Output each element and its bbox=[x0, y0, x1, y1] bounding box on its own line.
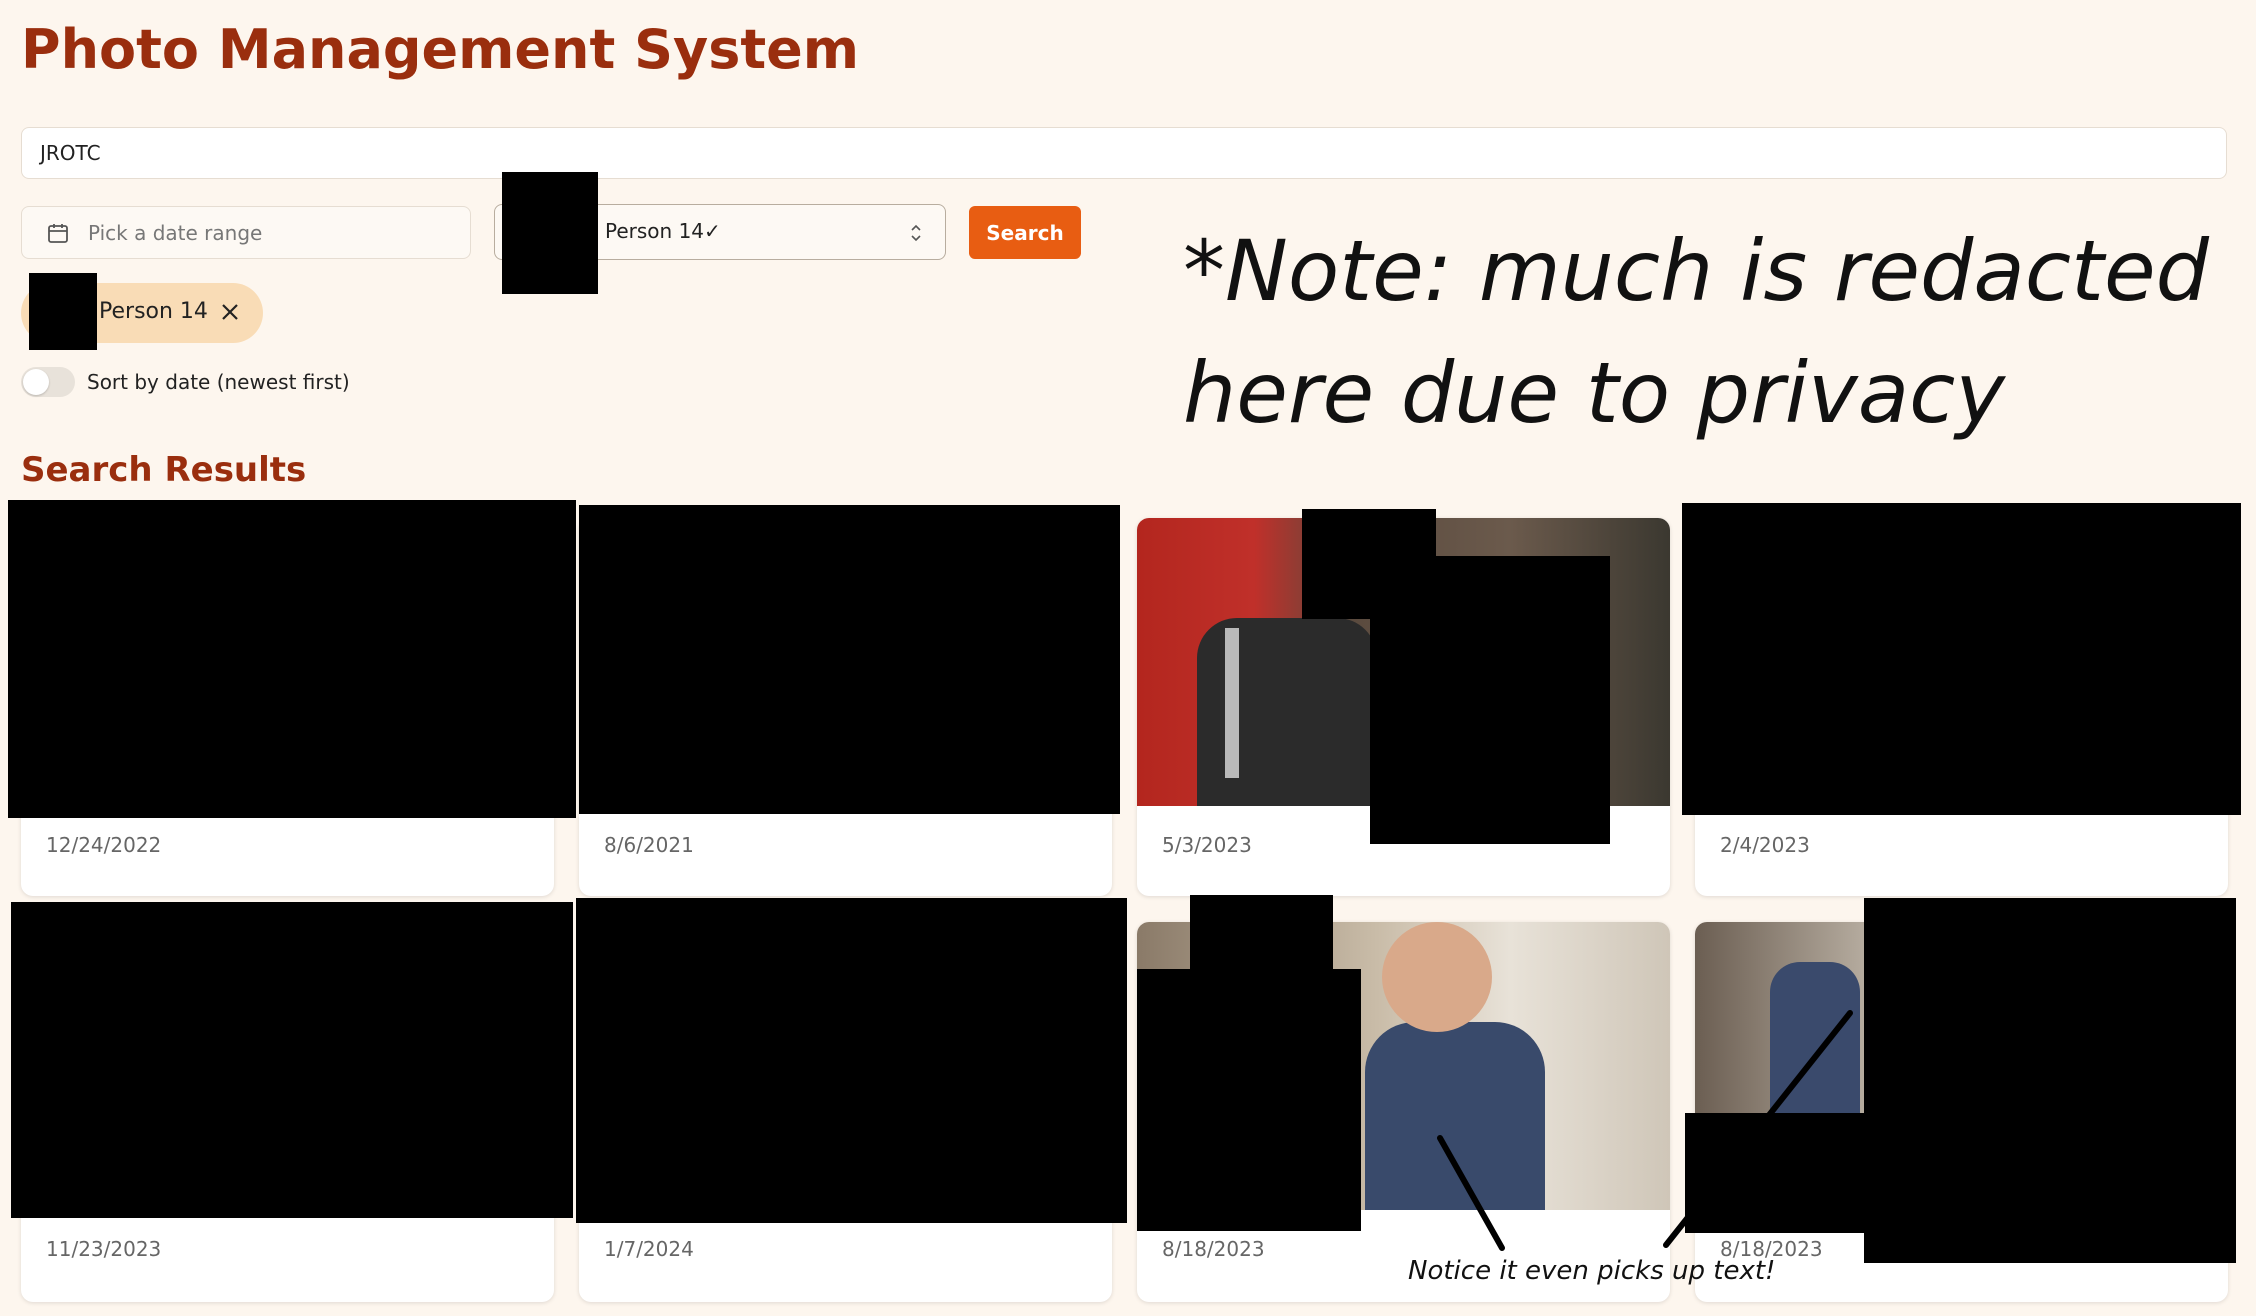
annotation-arrows bbox=[1437, 1010, 1853, 1251]
annotation-text: Notice it even picks up text! bbox=[1408, 1256, 1776, 1286]
